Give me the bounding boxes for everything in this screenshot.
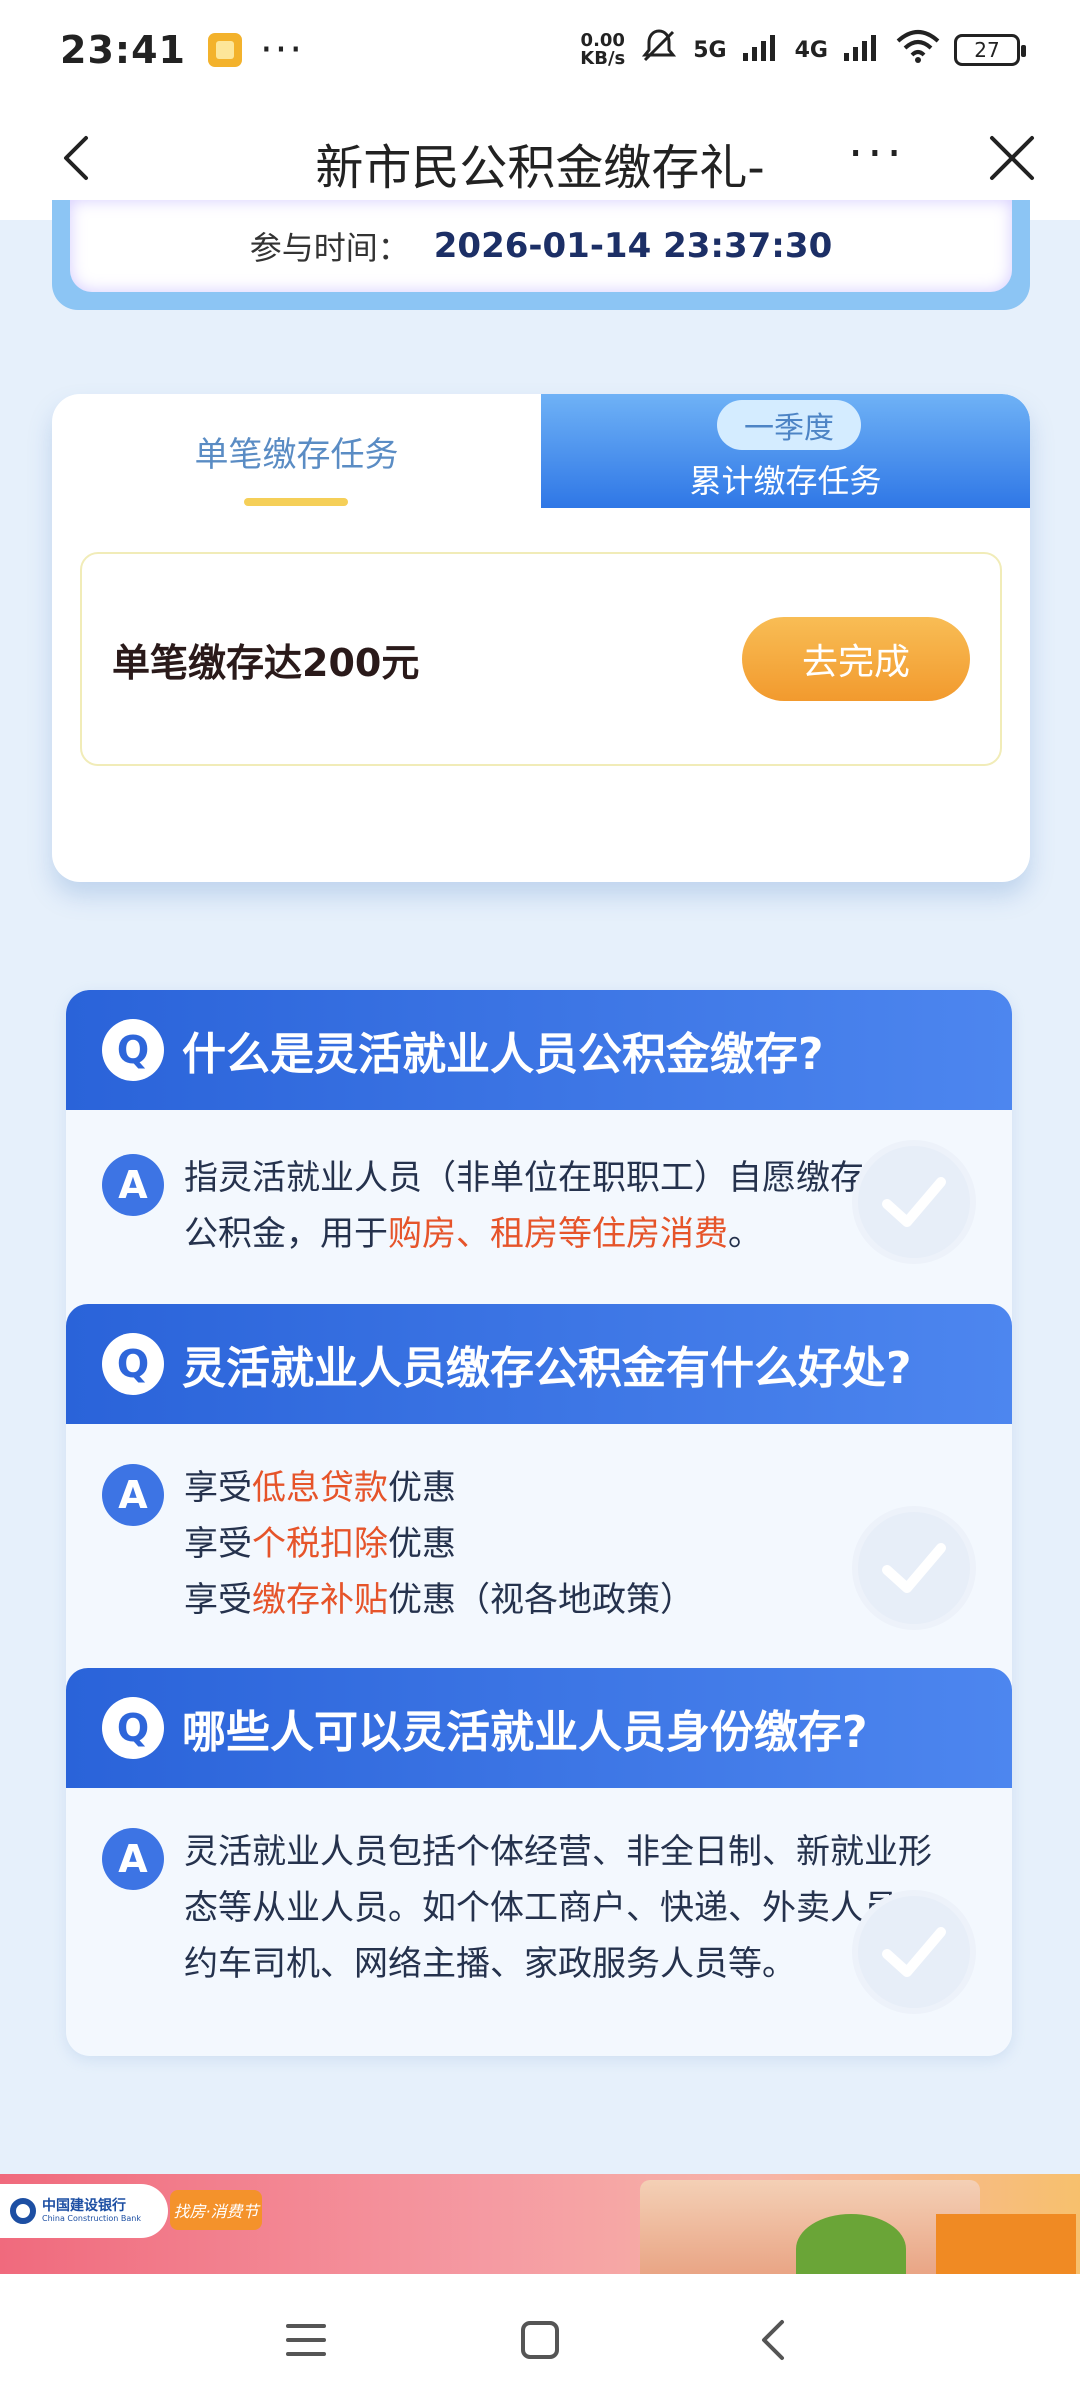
- bank-logo-mark-icon: [10, 2198, 36, 2224]
- answer-highlight: 购房、租房等住房消费: [388, 1214, 728, 1254]
- question-badge: Q: [102, 1019, 164, 1081]
- answer-line: 公积金，用于购房、租房等住房消费。: [184, 1214, 762, 1254]
- checkmark-icon: [852, 1890, 976, 2014]
- more-menu-button[interactable]: ···: [848, 126, 906, 182]
- faq-answer-1: 指灵活就业人员（非单位在职职工）自愿缴存住房 公积金，用于购房、租房等住房消费。: [184, 1150, 964, 1262]
- task-item: 单笔缴存达200元 去完成: [80, 552, 1002, 766]
- status-time: 23:41: [60, 28, 186, 72]
- faq-question-3: Q 哪些人可以灵活就业人员身份缴存?: [66, 1668, 1012, 1788]
- close-icon[interactable]: [982, 128, 1042, 188]
- faq-question-2: Q 灵活就业人员缴存公积金有什么好处?: [66, 1304, 1012, 1424]
- answer-line: 享受缴存补贴优惠（视各地政策）: [184, 1580, 694, 1620]
- faq-panel: Q 什么是灵活就业人员公积金缴存? A 指灵活就业人员（非单位在职职工）自愿缴存…: [66, 990, 1012, 2056]
- notification-app-icon: [207, 33, 242, 67]
- task-card: 单笔缴存任务 一季度 累计缴存任务 单笔缴存达200元 去完成: [52, 394, 1030, 882]
- answer-badge: A: [102, 1828, 164, 1890]
- menu-icon[interactable]: [276, 2310, 336, 2370]
- tab-single-deposit[interactable]: 单笔缴存任务: [52, 394, 541, 508]
- home-icon[interactable]: [510, 2310, 570, 2370]
- faq-answer-3: 灵活就业人员包括个体经营、非全日制、新就业形 态等从业人员。如个体工商户、快递、…: [184, 1824, 964, 1992]
- answer-line: 指灵活就业人员（非单位在职职工）自愿缴存住房: [184, 1158, 932, 1198]
- tab-cumulative-deposit-label: 累计缴存任务: [689, 462, 882, 500]
- signal-4g-label: 4G: [794, 37, 828, 63]
- participation-time-value: 2026-01-14 23:37:30: [433, 226, 833, 266]
- faq-question-text: 哪些人可以灵活就业人员身份缴存?: [182, 1707, 868, 1758]
- faq-answer-2: 享受低息贷款优惠 享受个税扣除优惠 享受缴存补贴优惠（视各地政策）: [184, 1460, 964, 1628]
- answer-line: 灵活就业人员包括个体经营、非全日制、新就业形: [184, 1832, 932, 1872]
- bank-logo: 中国建设银行 China Construction Bank: [0, 2184, 168, 2238]
- answer-line: 享受低息贷款优惠: [184, 1468, 456, 1508]
- net-speed: 0.00 KB/s: [580, 32, 625, 68]
- participation-info: 参与时间： 2026-01-14 23:37:30: [70, 200, 1012, 292]
- question-badge: Q: [102, 1333, 164, 1395]
- question-badge: Q: [102, 1697, 164, 1759]
- status-bar: 23:41 ··· 0.00 KB/s 5G 4G 27: [0, 0, 1080, 100]
- task-description: 单笔缴存达200元: [112, 640, 420, 685]
- page-title: 新市民公积金缴存礼-: [315, 140, 765, 196]
- complete-task-button[interactable]: 去完成: [742, 617, 970, 701]
- checkmark-icon: [852, 1506, 976, 1630]
- signal-5g-label: 5G: [693, 37, 727, 63]
- event-tag: 找房·消费节: [170, 2190, 262, 2230]
- tab-cumulative-deposit[interactable]: 一季度 累计缴存任务: [541, 394, 1030, 508]
- storefront-illustration: [936, 2214, 1076, 2274]
- answer-badge: A: [102, 1464, 164, 1526]
- net-speed-unit: KB/s: [580, 48, 626, 69]
- answer-highlight: 缴存补贴: [252, 1580, 388, 1620]
- checkmark-icon: [852, 1140, 976, 1264]
- system-nav-bar: [0, 2274, 1080, 2400]
- status-more-indicator: ···: [259, 27, 305, 73]
- quarter-badge: 一季度: [717, 400, 861, 450]
- active-tab-indicator: [244, 498, 348, 506]
- signal-4g-bars-icon: [842, 28, 882, 72]
- faq-question-text: 灵活就业人员缴存公积金有什么好处?: [182, 1343, 912, 1394]
- bank-name: 中国建设银行: [42, 2198, 126, 2214]
- answer-line: 享受个税扣除优惠: [184, 1524, 456, 1564]
- answer-badge: A: [102, 1154, 164, 1216]
- battery-indicator: 27: [954, 34, 1026, 66]
- tab-single-deposit-label: 单笔缴存任务: [194, 434, 399, 475]
- answer-highlight: 个税扣除: [252, 1524, 388, 1564]
- faq-question-text: 什么是灵活就业人员公积金缴存?: [182, 1029, 824, 1080]
- bank-name-en: China Construction Bank: [42, 2214, 141, 2223]
- answer-highlight: 低息贷款: [252, 1468, 388, 1508]
- back-icon[interactable]: [744, 2310, 804, 2370]
- signal-5g-bars-icon: [741, 28, 781, 72]
- faq-question-1: Q 什么是灵活就业人员公积金缴存?: [66, 990, 1012, 1110]
- promo-banner[interactable]: 中国建设银行 China Construction Bank 找房·消费节: [0, 2174, 1080, 2274]
- answer-line: 约车司机、网络主播、家政服务人员等。: [184, 1944, 796, 1984]
- participation-card: 参与时间： 2026-01-14 23:37:30: [52, 200, 1030, 310]
- wifi-icon: [896, 28, 940, 72]
- answer-line: 态等从业人员。如个体工商户、快递、外卖人员网: [184, 1888, 932, 1928]
- participation-time-label: 参与时间：: [249, 229, 410, 267]
- mute-bell-icon: [639, 26, 679, 75]
